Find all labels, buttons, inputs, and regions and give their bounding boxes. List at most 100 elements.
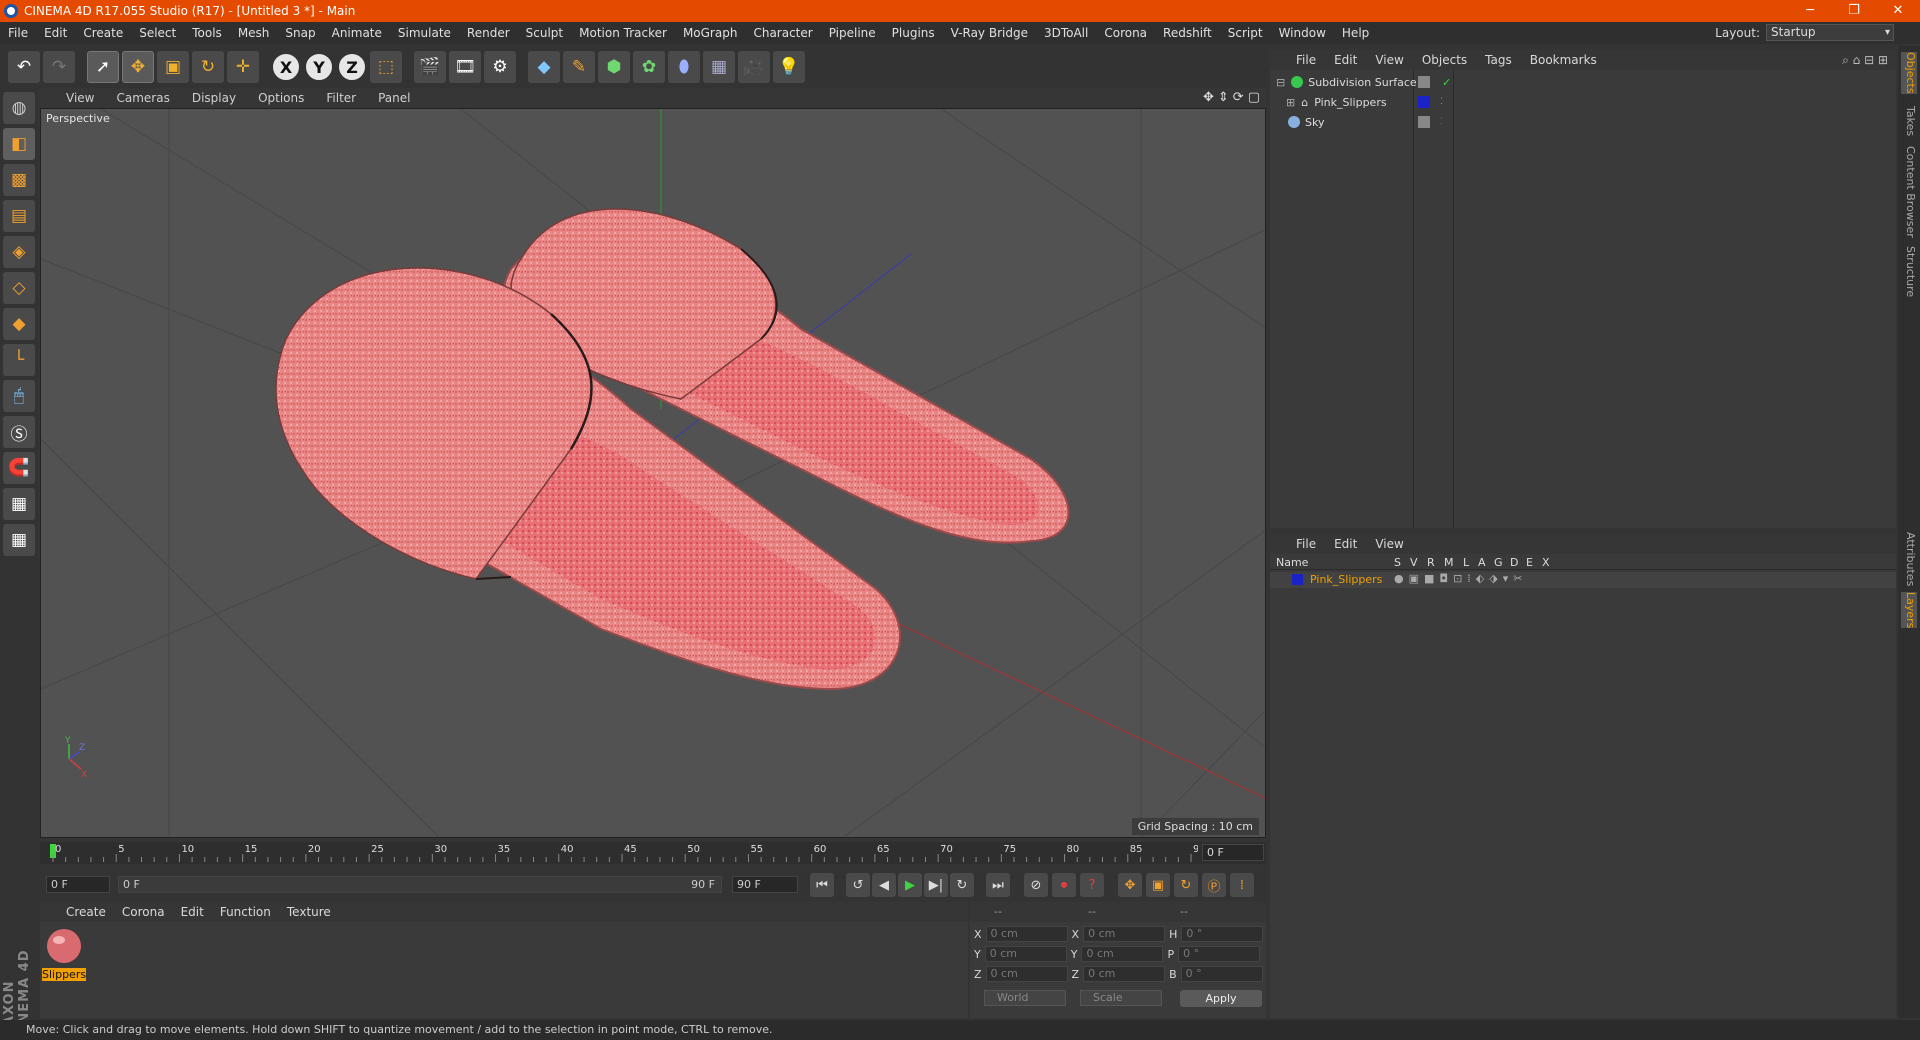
object-manager-search-icon[interactable]: ⌕ ⌂ ⊟ ⊞ [1842,53,1888,68]
menu-vray-bridge[interactable]: V-Ray Bridge [943,26,1036,40]
enabled-check-icon[interactable]: ✓ [1442,76,1451,89]
object-menu-edit[interactable]: Edit [1325,53,1366,67]
key-pla-icon[interactable]: ⁞ [1230,873,1254,897]
toggle-layout-icon[interactable]: ▢ [1248,90,1260,105]
undo-icon[interactable]: ↶ [8,51,40,83]
menu-plugins[interactable]: Plugins [884,26,943,40]
layer-menu-view[interactable]: View [1366,537,1412,551]
orbit-view-icon[interactable]: ⟳ [1233,90,1244,105]
dolly-view-icon[interactable]: ⇕ [1218,90,1229,105]
visibility-dots-icon[interactable]: ⁚ [1440,97,1443,107]
layer-toggles-icon[interactable]: ●▣■◘⊡⁞⬖⬗▾✂ [1394,572,1527,585]
polygons-mode-icon[interactable]: ◆ [3,308,35,340]
render-view-icon[interactable]: 🎬 [414,51,446,83]
tweak-mode-icon[interactable]: 🖱 [3,380,35,412]
goto-end-icon[interactable]: ⏭ [986,873,1010,897]
restore-button[interactable]: ❐ [1832,0,1876,22]
cube-primitive-icon[interactable]: ◆ [528,51,560,83]
viewport-menu-view[interactable]: View [40,91,105,105]
rotate-tool-icon[interactable]: ↻ [192,51,224,83]
rotation-p-field[interactable]: 0 ° [1178,946,1261,962]
snapping-icon[interactable]: 🧲 [3,452,35,484]
menu-file[interactable]: File [0,26,36,40]
material-menu-corona[interactable]: Corona [114,905,173,919]
move-tool-icon[interactable]: ✥ [122,51,154,83]
menu-script[interactable]: Script [1220,26,1271,40]
material-menu-function[interactable]: Function [212,905,279,919]
menu-render[interactable]: Render [459,26,518,40]
layer-row-pink-slippers[interactable]: Pink_Slippers ●▣■◘⊡⁞⬖⬗▾✂ [1270,572,1896,588]
key-rotation-icon[interactable]: ↻ [1174,873,1198,897]
workplane-lock-icon[interactable]: ▦ [3,488,35,520]
solo-mode-icon[interactable]: Ⓢ [3,416,35,448]
live-selection-icon[interactable]: ➚ [87,51,119,83]
workplane-mode-icon[interactable]: ▤ [3,200,35,232]
layer-name[interactable]: Pink_Slippers [1310,573,1382,586]
expand-icon[interactable]: ⊞ [1286,96,1295,109]
tab-content-browser[interactable]: Content Browser [1901,146,1917,238]
viewport-menu-cameras[interactable]: Cameras [105,91,180,105]
menu-select[interactable]: Select [131,26,184,40]
position-y-field[interactable]: 0 cm [984,946,1067,962]
array-cloner-icon[interactable]: ✿ [633,51,665,83]
key-scale-icon[interactable]: ▣ [1146,873,1170,897]
render-settings-icon[interactable]: ⚙ [484,51,516,83]
layer-tag-icon[interactable] [1418,116,1430,128]
rotation-h-field[interactable]: 0 ° [1181,926,1264,942]
record-keys-icon[interactable]: ⊘ [1024,873,1048,897]
menu-tools[interactable]: Tools [184,26,230,40]
menu-sculpt[interactable]: Sculpt [518,26,571,40]
pan-view-icon[interactable]: ✥ [1203,90,1214,105]
menu-simulate[interactable]: Simulate [390,26,459,40]
end-frame-field[interactable]: 90 F [732,876,798,893]
key-parameter-icon[interactable]: Ⓟ [1202,873,1226,897]
menu-motion-tracker[interactable]: Motion Tracker [571,26,675,40]
object-row-sky[interactable]: Sky ⁚ [1270,112,1896,132]
tab-layers[interactable]: Layers [1901,592,1917,629]
coordinate-space-dropdown[interactable]: World [984,990,1066,1006]
menu-create[interactable]: Create [75,26,131,40]
object-menu-file[interactable]: File [1270,53,1325,67]
menu-help[interactable]: Help [1334,26,1377,40]
menu-redshift[interactable]: Redshift [1155,26,1220,40]
key-position-icon[interactable]: ✥ [1118,873,1142,897]
size-z-field[interactable]: 0 cm [1083,966,1166,982]
next-key-icon[interactable]: ↻ [950,873,974,897]
object-row-subdivision-surface[interactable]: ⊟ Subdivision Surface ✓ [1270,72,1896,92]
autokeying-icon[interactable]: ⏺ [1052,873,1076,897]
frame-range-slider[interactable]: 0 F 90 F [118,876,722,893]
object-menu-view[interactable]: View [1366,53,1412,67]
menu-3dtoall[interactable]: 3DToAll [1036,26,1096,40]
size-y-field[interactable]: 0 cm [1081,946,1164,962]
tab-objects[interactable]: Objects [1901,52,1917,94]
make-editable-icon[interactable]: ◍ [3,92,35,124]
subdivision-generator-icon[interactable]: ⬢ [598,51,630,83]
previous-key-icon[interactable]: ↺ [846,873,870,897]
material-menu-edit[interactable]: Edit [173,905,212,919]
perspective-viewport[interactable]: Y Z X Perspective Grid Spacing : 10 cm [40,108,1266,838]
menu-window[interactable]: Window [1271,26,1334,40]
model-mode-icon[interactable]: ◧ [3,128,35,160]
render-picture-viewer-icon[interactable]: 🎞 [449,51,481,83]
menu-pipeline[interactable]: Pipeline [821,26,884,40]
deformer-icon[interactable]: ⬮ [668,51,700,83]
close-button[interactable]: ✕ [1876,0,1920,22]
rotation-b-field[interactable]: 0 ° [1180,966,1263,982]
next-frame-icon[interactable]: ▶| [924,873,948,897]
edges-mode-icon[interactable]: ◇ [3,272,35,304]
menu-edit[interactable]: Edit [36,26,75,40]
viewport-menu-filter[interactable]: Filter [315,91,367,105]
layer-tag-icon[interactable] [1418,76,1430,88]
object-menu-bookmarks[interactable]: Bookmarks [1521,53,1606,67]
scale-tool-icon[interactable]: ▣ [157,51,189,83]
floor-object-icon[interactable]: ▦ [703,51,735,83]
axis-mode-icon[interactable]: └ [3,344,35,376]
layer-menu-edit[interactable]: Edit [1325,537,1366,551]
menu-snap[interactable]: Snap [277,26,323,40]
material-menu-texture[interactable]: Texture [279,905,339,919]
position-z-field[interactable]: 0 cm [985,966,1068,982]
object-menu-objects[interactable]: Objects [1413,53,1476,67]
collapse-icon[interactable]: ⊟ [1276,76,1285,89]
menu-corona[interactable]: Corona [1096,26,1155,40]
layer-color-swatch-icon[interactable] [1292,574,1303,585]
